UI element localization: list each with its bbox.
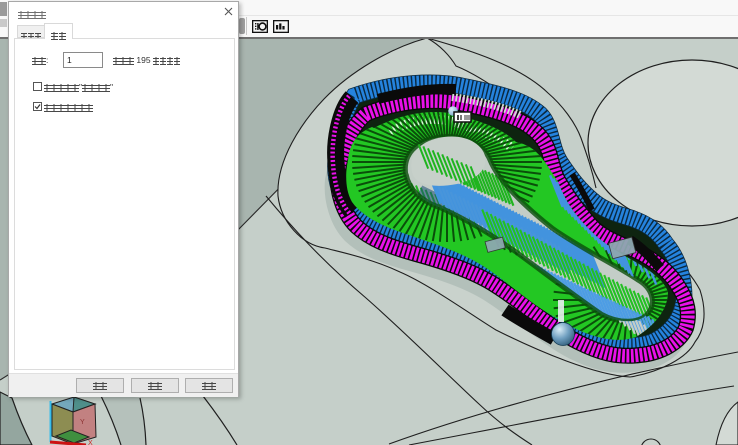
svg-text:X: X xyxy=(88,440,93,445)
svg-text:Y: Y xyxy=(80,419,85,426)
